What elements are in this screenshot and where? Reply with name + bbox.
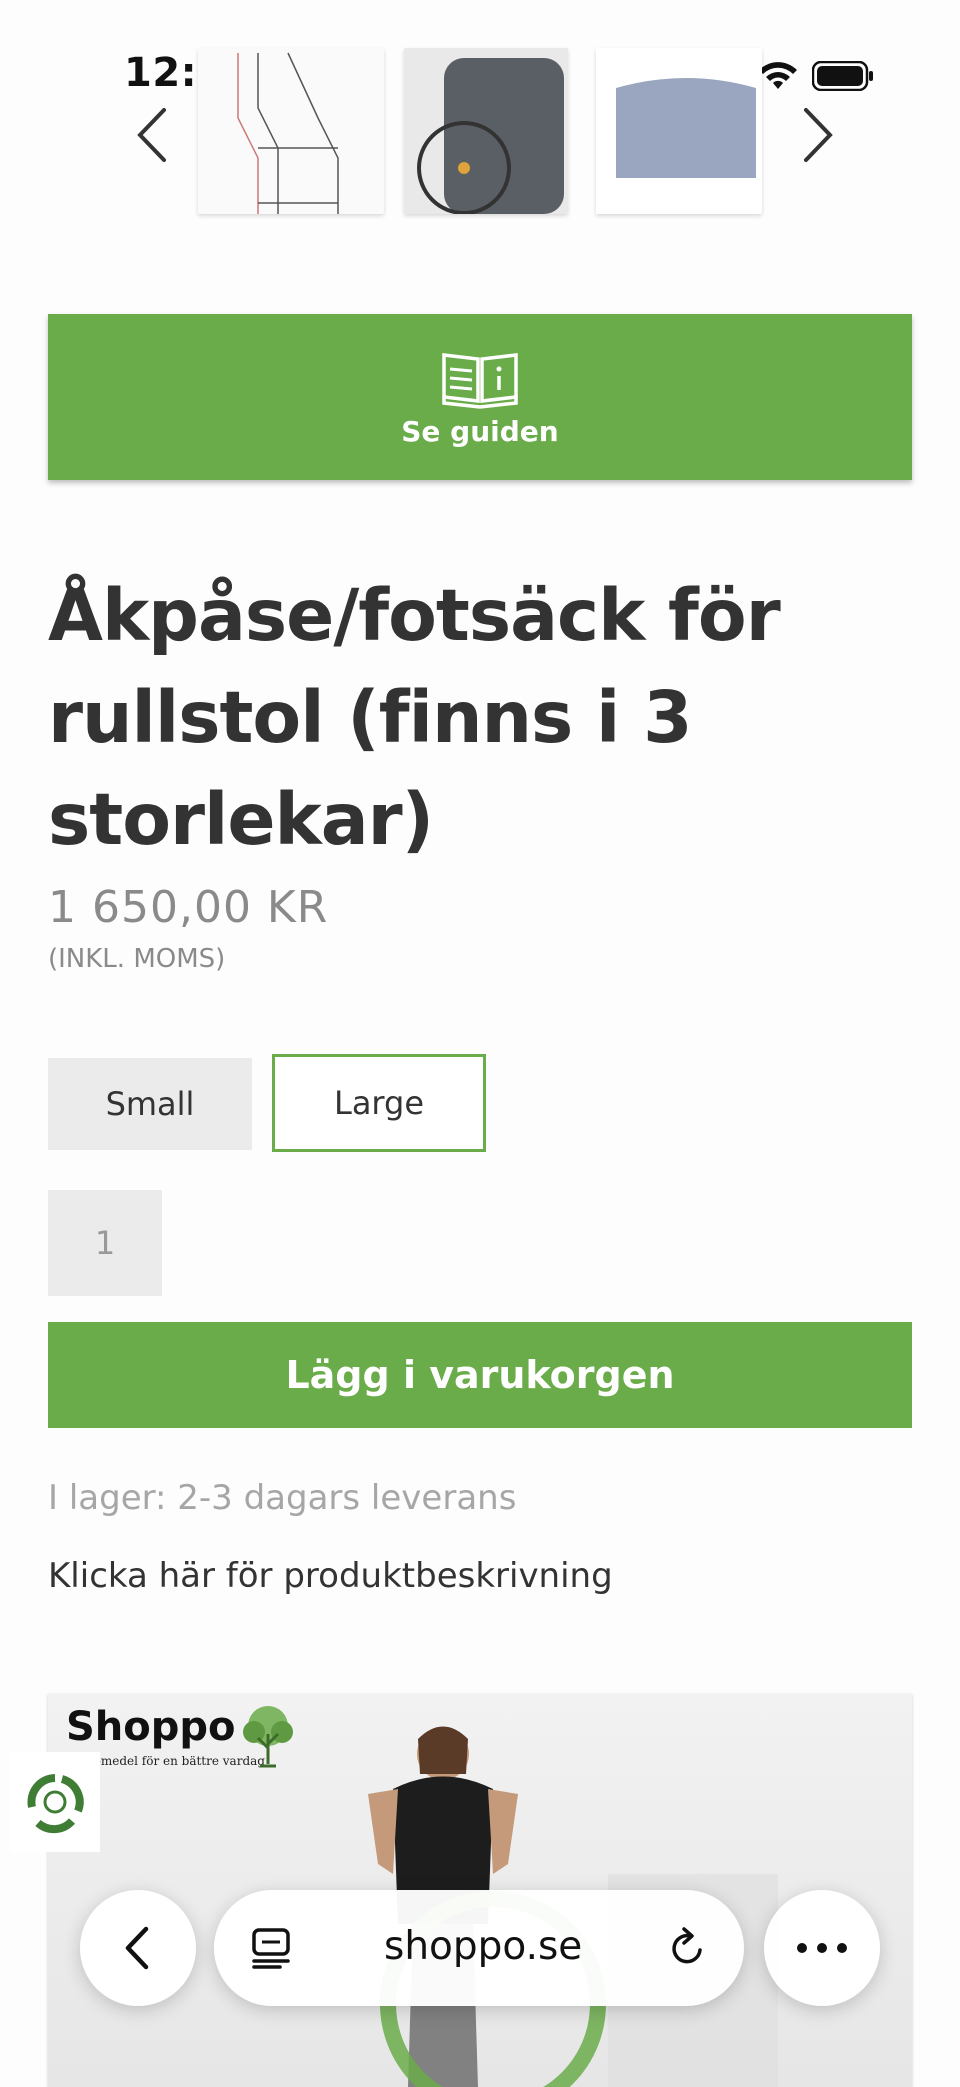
url-text[interactable]: shoppo.se bbox=[384, 1924, 582, 1969]
ellipsis-icon bbox=[797, 1943, 847, 1953]
add-to-cart-button[interactable]: Lägg i varukorgen bbox=[48, 1322, 912, 1428]
bag-photo-image bbox=[596, 48, 762, 214]
battery-icon bbox=[812, 61, 873, 91]
size-option-large[interactable]: Large bbox=[272, 1054, 486, 1152]
see-guide-label: Se guiden bbox=[401, 414, 559, 448]
product-title: Åkpåse/fotsäck för rullstol (finns i 3 s… bbox=[48, 574, 781, 861]
book-icon bbox=[442, 352, 518, 409]
browser-back-button[interactable] bbox=[80, 1890, 196, 2006]
wifi-icon bbox=[759, 62, 797, 89]
tabs-overview-icon[interactable] bbox=[250, 1926, 294, 1970]
pattern-diagram-image bbox=[198, 48, 384, 214]
product-description-link[interactable]: Klicka här för produktbeskrivning bbox=[48, 1556, 613, 1596]
reload-icon[interactable] bbox=[666, 1926, 710, 1970]
more-options-button[interactable] bbox=[764, 1890, 880, 2006]
tree-logo-icon bbox=[243, 1706, 293, 1768]
thumbnail-bag[interactable] bbox=[596, 48, 762, 214]
back-chevron-icon bbox=[125, 1926, 149, 1970]
see-guide-button[interactable]: Se guiden bbox=[48, 314, 912, 480]
carousel-next-arrow-icon[interactable] bbox=[792, 100, 842, 170]
vat-note: (INKL. MOMS) bbox=[48, 944, 226, 974]
wheelchair-photo-image bbox=[404, 48, 568, 214]
thumbnail-wheelchair[interactable] bbox=[404, 48, 568, 214]
size-option-small[interactable]: Small bbox=[48, 1058, 252, 1150]
recycle-badge[interactable] bbox=[10, 1752, 100, 1852]
stock-status: I lager: 2-3 dagars leverans bbox=[48, 1478, 517, 1518]
product-price: 1 650,00 KR bbox=[48, 882, 329, 933]
carousel-prev-arrow-icon[interactable] bbox=[128, 100, 178, 170]
thumbnail-pattern[interactable] bbox=[198, 48, 384, 214]
quantity-input[interactable]: 1 bbox=[48, 1190, 162, 1296]
brand-logo-text: Shoppo bbox=[66, 1704, 236, 1750]
recycle-icon bbox=[27, 1774, 84, 1834]
